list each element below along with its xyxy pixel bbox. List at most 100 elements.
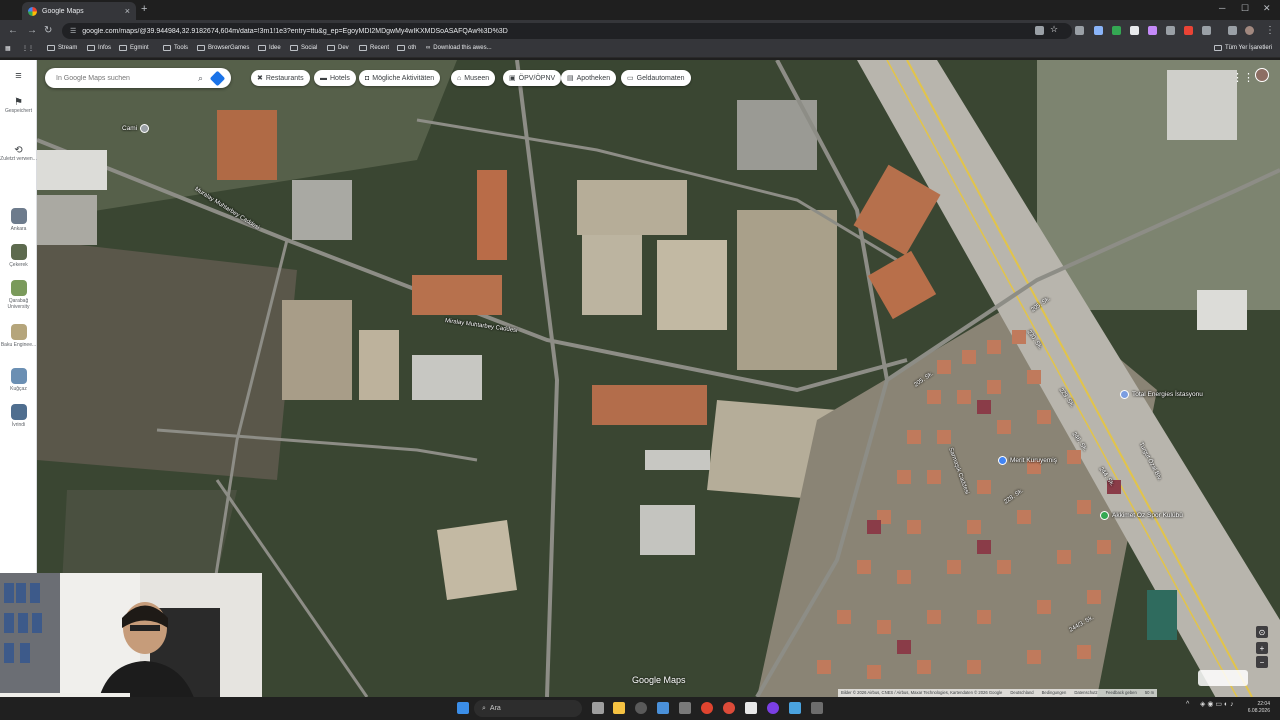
extension-icon[interactable] — [1148, 26, 1157, 35]
app-icon[interactable] — [767, 702, 779, 714]
start-icon[interactable] — [457, 702, 469, 714]
rail-place[interactable]: Çekerek — [0, 244, 37, 268]
taskbar-search[interactable]: ⌕ Ara — [474, 700, 582, 717]
place-thumbnail — [10, 324, 27, 340]
bookmark-folder[interactable]: Stream — [47, 45, 77, 51]
site-info-icon[interactable]: ☰ — [70, 27, 76, 35]
mosque-icon — [140, 124, 150, 133]
bookmark-star-icon[interactable]: ☆ — [1050, 24, 1059, 34]
search-icon: ⌕ — [482, 704, 486, 712]
bookmark-folder[interactable]: Idee — [258, 45, 281, 51]
my-location-icon[interactable]: ⊙ — [1256, 626, 1268, 638]
app-icon[interactable] — [745, 702, 757, 714]
address-bar[interactable]: ☰ google.com/maps/@39.944984,32.9182674,… — [62, 23, 1072, 39]
extension-icon[interactable] — [1094, 26, 1103, 35]
chrome-icon[interactable] — [701, 702, 713, 714]
poi-marker[interactable]: Cami — [122, 124, 150, 133]
extension-icon[interactable] — [1112, 26, 1121, 35]
poi-marker[interactable]: Total Energies İstasyonu — [1120, 390, 1203, 399]
chip-atms[interactable]: ▭ Geldautomaten — [621, 70, 691, 86]
rail-place[interactable]: İvrindi — [0, 404, 37, 428]
bookmark-folder[interactable]: Egmint — [119, 45, 149, 51]
bookmark-folder[interactable]: oth — [397, 45, 416, 51]
forward-icon[interactable]: → — [27, 25, 37, 36]
bookmark-icon: ⚑ — [14, 97, 23, 108]
transit-icon: ▣ — [509, 75, 516, 82]
rail-place[interactable]: Baku Enginee... — [0, 324, 37, 348]
minimize-icon[interactable]: ─ — [1219, 3, 1225, 13]
new-tab-button[interactable]: + — [141, 3, 147, 15]
search-input[interactable] — [56, 74, 198, 82]
install-app-icon[interactable] — [1035, 26, 1044, 35]
tray-icons[interactable]: ◈ ◉ ▭ ◐ ♪ — [1200, 701, 1234, 708]
atm-icon: ▭ — [627, 75, 634, 82]
side-panel-icon[interactable] — [1228, 26, 1237, 35]
bookmark-folder[interactable]: Dev — [327, 45, 349, 51]
folder-icon — [1214, 45, 1222, 51]
google-maps-logo: Google Maps — [632, 675, 686, 685]
extension-icon[interactable] — [1130, 26, 1139, 35]
place-thumbnail — [10, 280, 27, 296]
folder-icon — [87, 45, 95, 51]
chip-activities[interactable]: ◘ Mögliche Aktivitäten — [359, 70, 441, 86]
rail-saved[interactable]: ⚑ Gespeichert — [0, 97, 37, 115]
layers-switcher[interactable] — [1198, 670, 1248, 686]
folder-icon — [258, 45, 266, 51]
zoom-out-button[interactable]: − — [1256, 656, 1268, 668]
rail-place[interactable]: Kuğçaz — [0, 368, 37, 392]
browser-tab-strip: Google Maps × + ─ ☐ ✕ — [0, 0, 1280, 20]
chip-pharmacies[interactable]: ▤ Apotheken — [561, 70, 617, 86]
app-icon[interactable] — [679, 702, 691, 714]
extension-icon[interactable] — [1075, 26, 1084, 35]
rail-place[interactable]: Qarabağ University — [0, 280, 37, 310]
extension-icon[interactable] — [1184, 26, 1193, 35]
chip-restaurants[interactable]: ✖ Restaurants — [251, 70, 310, 86]
menu-icon[interactable]: ≡ — [0, 71, 37, 82]
bookmark-folder[interactable]: Recent — [359, 45, 389, 51]
tab-google-maps[interactable]: Google Maps × — [22, 2, 136, 20]
sports-club-icon — [1100, 511, 1109, 520]
chip-transit[interactable]: ▣ ÖPV/ÖPNV — [503, 70, 562, 86]
rail-place[interactable]: Ankara — [0, 208, 37, 232]
all-bookmarks-folder[interactable]: Tüm Yer İşaretleri — [1214, 45, 1272, 51]
app-icon[interactable] — [811, 702, 823, 714]
clock[interactable]: 22:04 6.08.2026 — [1240, 701, 1270, 715]
reload-icon[interactable]: ↻ — [44, 25, 52, 36]
chip-hotels[interactable]: ▬ Hotels — [314, 70, 356, 86]
search-icon[interactable]: ⌕ — [198, 73, 203, 84]
directions-icon[interactable] — [209, 70, 226, 86]
bookmark-folder[interactable]: BrowserGames — [197, 45, 249, 51]
bookmark-link[interactable]: ∞ Download this awes... — [426, 45, 492, 51]
browser-menu-icon[interactable]: ⋮ — [1265, 25, 1275, 36]
tab-title: Google Maps — [42, 7, 84, 15]
chip-museums[interactable]: ⌂ Museen — [451, 70, 496, 86]
apps-icon[interactable]: ⋮⋮ — [22, 45, 34, 52]
extensions-puzzle-icon[interactable] — [1202, 26, 1211, 35]
bookmark-folder[interactable]: Infos — [87, 45, 111, 51]
google-apps-icon[interactable]: ⋮⋮ — [1232, 71, 1254, 84]
file-explorer-icon[interactable] — [613, 702, 625, 714]
windows-taskbar: ⌕ Ara ^ ◈ ◉ ▭ ◐ ♪ 22:04 6.08.2026 — [0, 697, 1280, 720]
chrome-icon[interactable] — [723, 702, 735, 714]
extension-icon[interactable] — [1166, 26, 1175, 35]
bookmark-folder[interactable]: Tools — [163, 45, 188, 51]
tray-chevron-icon[interactable]: ^ — [1186, 701, 1189, 708]
bookmark-folder[interactable]: Social — [290, 45, 317, 51]
poi-marker[interactable]: Akkimet Oz Spor Kulübü — [1100, 511, 1183, 520]
folder-icon — [119, 45, 127, 51]
folder-icon — [163, 45, 171, 51]
telegram-icon[interactable] — [789, 702, 801, 714]
task-view-icon[interactable] — [592, 702, 604, 714]
rail-recent[interactable]: ⟲ Zuletzt verwen... — [0, 146, 37, 163]
tab-close-icon[interactable]: × — [125, 6, 130, 16]
window-close-icon[interactable]: ✕ — [1263, 3, 1271, 14]
user-avatar[interactable] — [1255, 68, 1269, 82]
profile-avatar[interactable] — [1245, 26, 1254, 35]
poi-marker[interactable]: Merit Kuruyemiş — [998, 456, 1057, 465]
app-icon[interactable] — [635, 702, 647, 714]
app-icon[interactable] — [657, 702, 669, 714]
apps-grid-icon[interactable]: ▦ — [5, 45, 11, 52]
maximize-icon[interactable]: ☐ — [1241, 3, 1249, 14]
back-icon[interactable]: ← — [8, 25, 18, 36]
zoom-in-button[interactable]: + — [1256, 642, 1268, 654]
